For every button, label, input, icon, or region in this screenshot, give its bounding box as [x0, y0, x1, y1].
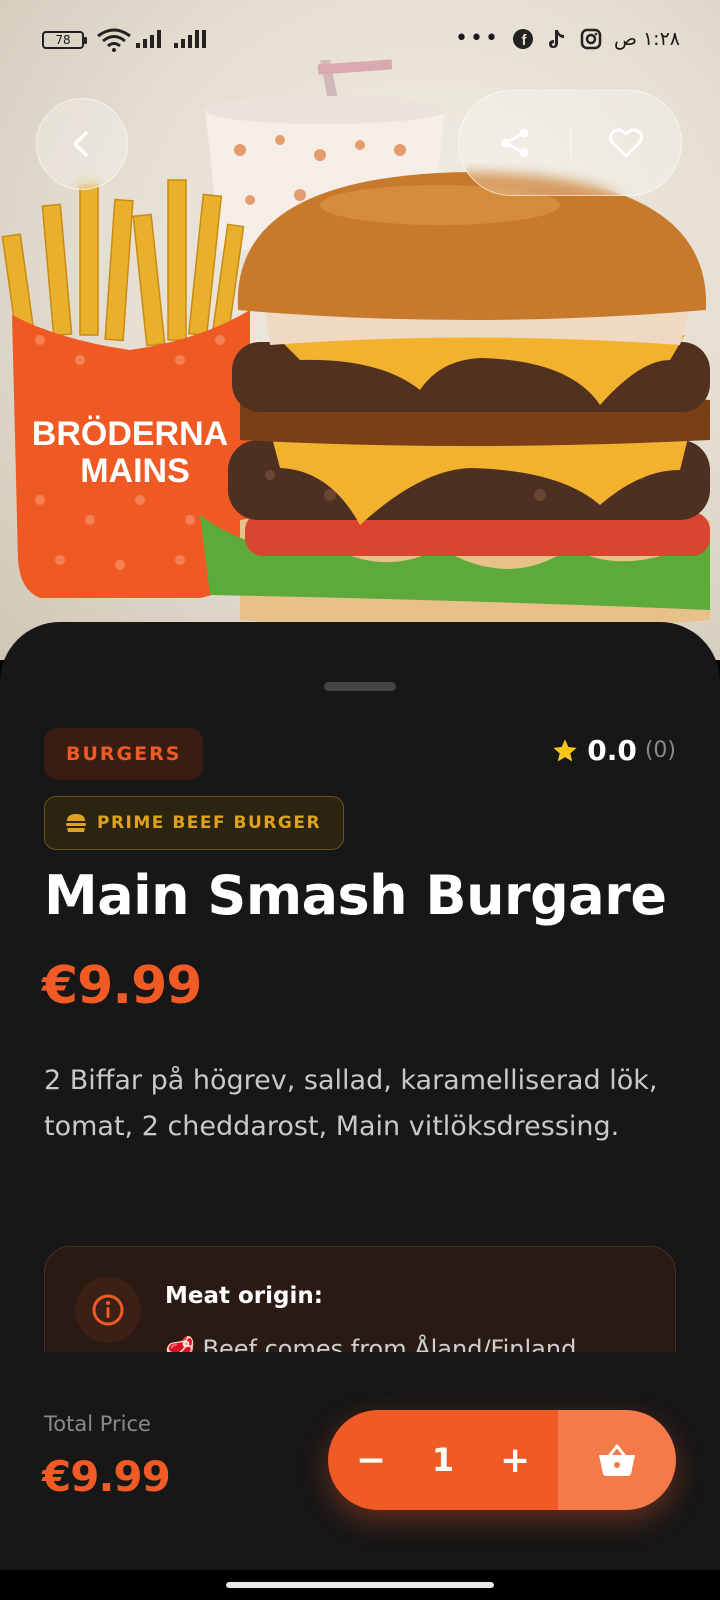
- rating-value: 0.0: [587, 734, 637, 767]
- bottom-bar: Total Price €9.99 − 1 +: [0, 1352, 720, 1570]
- favorite-button[interactable]: [581, 98, 671, 188]
- share-icon: [501, 128, 528, 158]
- facebook-icon: f: [512, 28, 533, 49]
- product-description: 2 Biffar på högrev, sallad, karamelliser…: [44, 1065, 658, 1142]
- overflow-icon: •••: [455, 26, 500, 51]
- subcategory-label: PRIME BEEF BURGER: [97, 813, 322, 833]
- product-price: €9.99: [42, 956, 202, 1016]
- burger-icon: [66, 814, 86, 832]
- signal-icon: [174, 30, 206, 48]
- back-button[interactable]: [36, 98, 128, 190]
- clock: ١:٢٨ ص: [613, 27, 680, 50]
- total-label: Total Price: [44, 1412, 151, 1436]
- divider: [570, 129, 572, 159]
- heart-icon: [608, 128, 643, 158]
- subcategory-badge: PRIME BEEF BURGER: [44, 796, 345, 850]
- svg-text:BRÖDERNA: BRÖDERNA: [32, 415, 228, 453]
- svg-text:MAINS: MAINS: [80, 452, 190, 490]
- info-title: Meat origin:: [165, 1283, 323, 1309]
- wifi-icon: [97, 28, 131, 52]
- rating: 0.0 (0): [551, 734, 676, 767]
- action-pill: [458, 90, 682, 196]
- category-badge: BURGERS: [44, 728, 204, 780]
- hero-image: BRÖDERNA MAINS 78 ••• f ١:٢٨ ص: [0, 0, 720, 660]
- quantity-value: 1: [431, 1441, 455, 1479]
- decrease-button[interactable]: −: [346, 1440, 396, 1481]
- quantity-stepper: − 1 +: [328, 1410, 558, 1510]
- add-to-cart-button[interactable]: [558, 1410, 676, 1510]
- share-button[interactable]: [470, 98, 560, 188]
- status-bar: 78 ••• f ١:٢٨ ص: [0, 0, 720, 80]
- battery-icon: 78: [42, 31, 87, 49]
- product-title: Main Smash Burgare: [44, 864, 667, 927]
- system-nav-bar: [0, 1570, 720, 1600]
- home-indicator[interactable]: [226, 1582, 494, 1588]
- total-price: €9.99: [42, 1452, 171, 1501]
- tiktok-icon: [548, 29, 564, 48]
- signal-icon: [136, 30, 161, 48]
- increase-button[interactable]: +: [490, 1440, 540, 1481]
- rating-count: (0): [644, 738, 676, 763]
- star-icon: [553, 738, 577, 761]
- basket-icon: [599, 1444, 635, 1476]
- instagram-icon: [580, 28, 602, 49]
- drag-handle[interactable]: [324, 682, 396, 691]
- cart-control: − 1 +: [328, 1410, 676, 1510]
- chevron-left-icon: [73, 131, 88, 157]
- info-icon: [75, 1277, 141, 1343]
